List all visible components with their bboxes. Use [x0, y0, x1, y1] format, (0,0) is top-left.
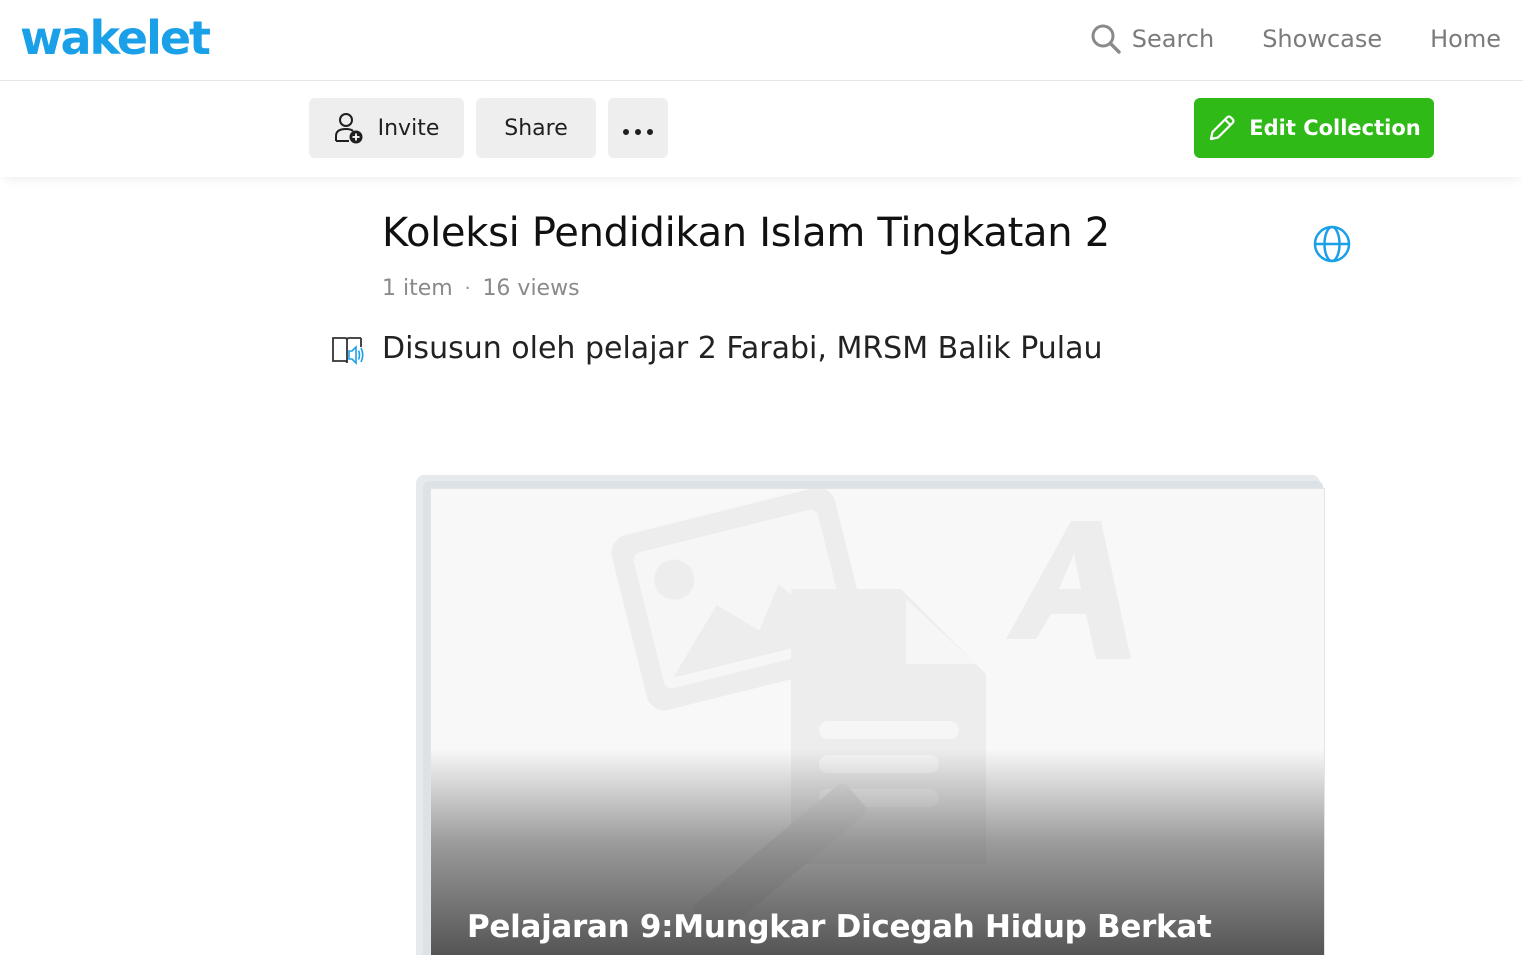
visibility-button[interactable] — [1312, 224, 1352, 268]
collection-item-card[interactable]: Pelajaran 9:Mungkar Dicegah Hidup Berkat — [430, 488, 1325, 955]
pencil-icon — [1210, 115, 1235, 141]
add-person-icon — [334, 113, 363, 144]
nav-links: Search Showcase Home — [1090, 20, 1501, 58]
collection-title: Koleksi Pendidikan Islam Tingkatan 2 — [382, 210, 1110, 256]
share-button[interactable]: Share — [476, 98, 596, 158]
edit-collection-button[interactable]: Edit Collection — [1194, 98, 1434, 158]
edit-collection-label: Edit Collection — [1249, 116, 1421, 140]
home-link[interactable]: Home — [1430, 25, 1501, 53]
wakelet-logo[interactable]: wakelet — [20, 8, 211, 68]
collection-meta: 1 item · 16 views — [382, 276, 580, 301]
share-label: Share — [504, 115, 568, 141]
view-count: 16 views — [482, 276, 580, 301]
item-count: 1 item — [382, 276, 453, 301]
immersive-reader-icon — [332, 337, 364, 365]
immersive-reader-button[interactable] — [331, 335, 365, 371]
more-dots-icon — [620, 116, 656, 141]
search-icon — [1091, 24, 1121, 54]
collection-toolbar: Invite Share Edit Collection — [0, 81, 1523, 177]
search-label: Search — [1131, 25, 1215, 53]
search-link[interactable]: Search — [1090, 23, 1214, 55]
top-nav: wakelet Search Showcase Home — [0, 0, 1523, 81]
globe-icon — [1313, 225, 1351, 263]
invite-label: Invite — [377, 115, 440, 141]
more-options-button[interactable] — [608, 98, 668, 158]
meta-separator: · — [464, 278, 471, 299]
collection-description: Disusun oleh pelajar 2 Farabi, MRSM Bali… — [382, 331, 1103, 366]
invite-button[interactable]: Invite — [309, 98, 464, 158]
card-title: Pelajaran 9:Mungkar Dicegah Hidup Berkat — [467, 909, 1212, 945]
showcase-link[interactable]: Showcase — [1262, 25, 1382, 53]
